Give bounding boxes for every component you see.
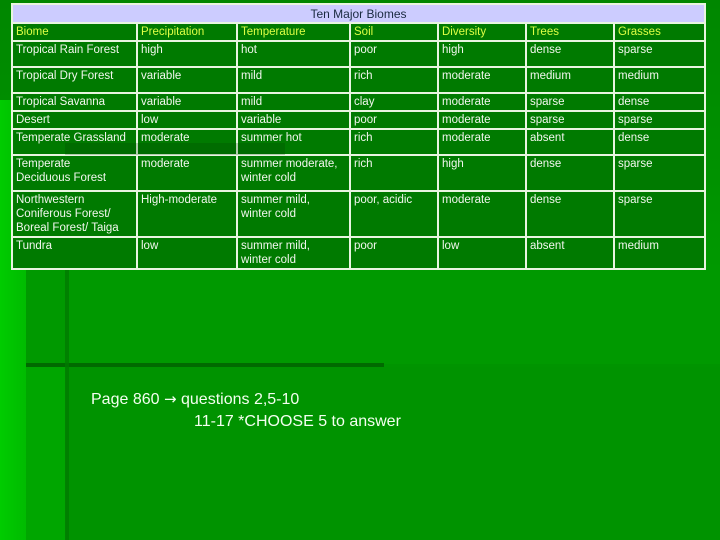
column-header-temperature: Temperature <box>236 22 351 42</box>
cell-precipitation: variable <box>136 92 238 112</box>
cell-precipitation: high <box>136 40 238 68</box>
cell-trees: dense <box>525 154 615 192</box>
cell-grasses: dense <box>612 92 707 112</box>
cell-diversity: moderate <box>437 190 527 238</box>
cell-line: Deciduous Forest <box>16 172 107 184</box>
note-page-ref: Page 860 <box>91 391 160 408</box>
cell-trees: sparse <box>525 92 615 112</box>
column-header-trees: Trees <box>525 22 615 42</box>
column-header-precipitation: Precipitation <box>136 22 238 42</box>
cell-diversity: low <box>437 236 527 270</box>
biomes-table: Ten Major Biomes Biome Precipitation Tem… <box>10 3 707 270</box>
column-header-biome: Biome <box>11 22 138 42</box>
cell-line: winter cold <box>241 208 296 220</box>
assignment-note: Page 860 → questions 2,5-10 11-17 *CHOOS… <box>91 388 401 433</box>
cell-line: summer mild, <box>241 194 311 206</box>
cell-line: summer moderate, <box>241 158 338 170</box>
cell-grasses: dense <box>612 128 707 156</box>
cell-trees: absent <box>525 128 615 156</box>
cell-biome: Northwestern Coniferous Forest/Boreal For… <box>11 190 138 238</box>
cell-line: summer mild, <box>241 240 311 252</box>
cell-biome: Tropical Rain Forest <box>11 40 138 68</box>
cell-line: winter cold <box>241 172 296 184</box>
cell-trees: absent <box>525 236 615 270</box>
cell-line: Boreal Forest/ Taiga <box>16 222 119 234</box>
column-header-soil: Soil <box>349 22 439 42</box>
cell-trees: medium <box>525 66 615 94</box>
cell-grasses: medium <box>612 66 707 94</box>
cell-diversity: moderate <box>437 92 527 112</box>
cell-soil: rich <box>349 154 439 192</box>
cell-grasses: medium <box>612 236 707 270</box>
background-left-strip-lower <box>26 364 66 540</box>
cell-diversity: moderate <box>437 66 527 94</box>
cell-soil: rich <box>349 66 439 94</box>
table-row: Temperate Grassland moderate summer hot ric… <box>11 128 707 156</box>
cell-line: winter cold <box>241 254 296 266</box>
cell-soil: rich <box>349 128 439 156</box>
cell-trees: sparse <box>525 110 615 130</box>
cell-precipitation: moderate <box>136 154 238 192</box>
note-questions: questions 2,5-10 <box>181 391 300 408</box>
cell-diversity: moderate <box>437 110 527 130</box>
cell-diversity: high <box>437 40 527 68</box>
cell-precipitation: High-moderate <box>136 190 238 238</box>
cell-line: Coniferous Forest/ <box>16 208 111 220</box>
cell-biome: Tundra <box>11 236 138 270</box>
table-header-row: Biome Precipitation Temperature Soil Div… <box>11 22 707 42</box>
cell-temperature: summer mild, winter cold <box>236 236 351 270</box>
table-row: Tropical Savanna variable mild clay moderate… <box>11 92 707 112</box>
table-title: Ten Major Biomes <box>10 3 707 24</box>
cell-trees: dense <box>525 40 615 68</box>
cell-grasses: sparse <box>612 110 707 130</box>
cell-biome: Tropical Savanna <box>11 92 138 112</box>
cell-temperature: hot <box>236 40 351 68</box>
arrow-right-icon: → <box>163 390 177 408</box>
table-row: Tundra low summer mild, winter cold poor low a… <box>11 236 707 270</box>
cell-precipitation: low <box>136 110 238 130</box>
cell-biome: Desert <box>11 110 138 130</box>
cell-trees: dense <box>525 190 615 238</box>
table-row: Desert low variable poor moderate sparse spars… <box>11 110 707 130</box>
cell-precipitation: variable <box>136 66 238 94</box>
cell-grasses: sparse <box>612 190 707 238</box>
cell-soil: poor <box>349 40 439 68</box>
decorative-horizontal-line <box>26 363 384 367</box>
cell-biome: Temperate Grassland <box>11 128 138 156</box>
note-choose-instruction: 11-17 *CHOOSE 5 to answer <box>194 413 401 430</box>
cell-soil: poor <box>349 236 439 270</box>
cell-diversity: moderate <box>437 128 527 156</box>
column-header-diversity: Diversity <box>437 22 527 42</box>
cell-temperature: summer moderate, winter cold <box>236 154 351 192</box>
table-row: Northwestern Coniferous Forest/Boreal For… <box>11 190 707 238</box>
cell-grasses: sparse <box>612 154 707 192</box>
cell-temperature: summer hot <box>236 128 351 156</box>
cell-soil: clay <box>349 92 439 112</box>
cell-temperature: mild <box>236 66 351 94</box>
cell-precipitation: moderate <box>136 128 238 156</box>
table-row: Tropical Dry Forest variable mild rich moder… <box>11 66 707 94</box>
column-header-grasses: Grasses <box>612 22 707 42</box>
cell-temperature: summer mild, winter cold <box>236 190 351 238</box>
cell-soil: poor, acidic <box>349 190 439 238</box>
cell-precipitation: low <box>136 236 238 270</box>
cell-diversity: high <box>437 154 527 192</box>
cell-temperature: variable <box>236 110 351 130</box>
cell-line: Temperate <box>16 158 71 170</box>
cell-soil: poor <box>349 110 439 130</box>
table-row: Temperate Deciduous Forest moderate summer … <box>11 154 707 192</box>
table-row: Tropical Rain Forest high hot poor high dense… <box>11 40 707 68</box>
cell-line: Northwestern <box>16 194 85 206</box>
cell-biome: Temperate Deciduous Forest <box>11 154 138 192</box>
cell-temperature: mild <box>236 92 351 112</box>
cell-grasses: sparse <box>612 40 707 68</box>
cell-biome: Tropical Dry Forest <box>11 66 138 94</box>
